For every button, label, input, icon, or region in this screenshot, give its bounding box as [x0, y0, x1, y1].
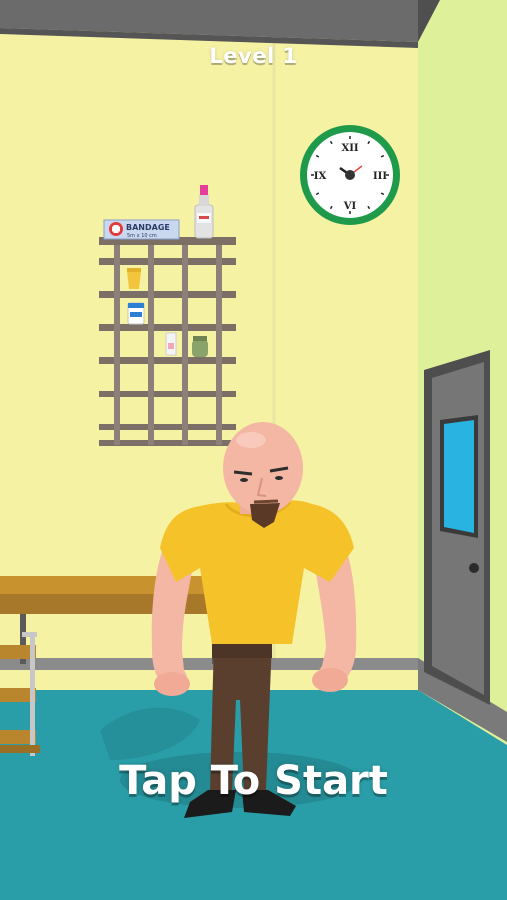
bandage-box[interactable]: BANDAGE 5m x 10 cm: [103, 219, 180, 240]
yellow-cream-jar[interactable]: [127, 268, 141, 289]
clock-numeral-9: IX: [314, 171, 327, 182]
clock-numeral-6: VI: [343, 201, 357, 212]
bandage-sub-label: 5m x 10 cm: [127, 233, 157, 239]
door[interactable]: [424, 350, 490, 705]
clock-numeral-3: III: [373, 171, 387, 182]
ointment-tube[interactable]: [165, 332, 177, 356]
side-rack: [0, 632, 40, 756]
bandage-label: BANDAGE: [126, 223, 170, 232]
tap-to-start-button[interactable]: Tap To Start: [0, 758, 507, 804]
baseboard: [0, 658, 418, 670]
wall-clock[interactable]: XII III VI IX: [300, 125, 400, 225]
pill-bottle[interactable]: [127, 302, 145, 325]
green-jar[interactable]: [192, 336, 208, 357]
level-indicator: Level 1: [209, 44, 298, 68]
door-knob[interactable]: [469, 563, 479, 573]
clock-numeral-12: XII: [341, 143, 358, 154]
